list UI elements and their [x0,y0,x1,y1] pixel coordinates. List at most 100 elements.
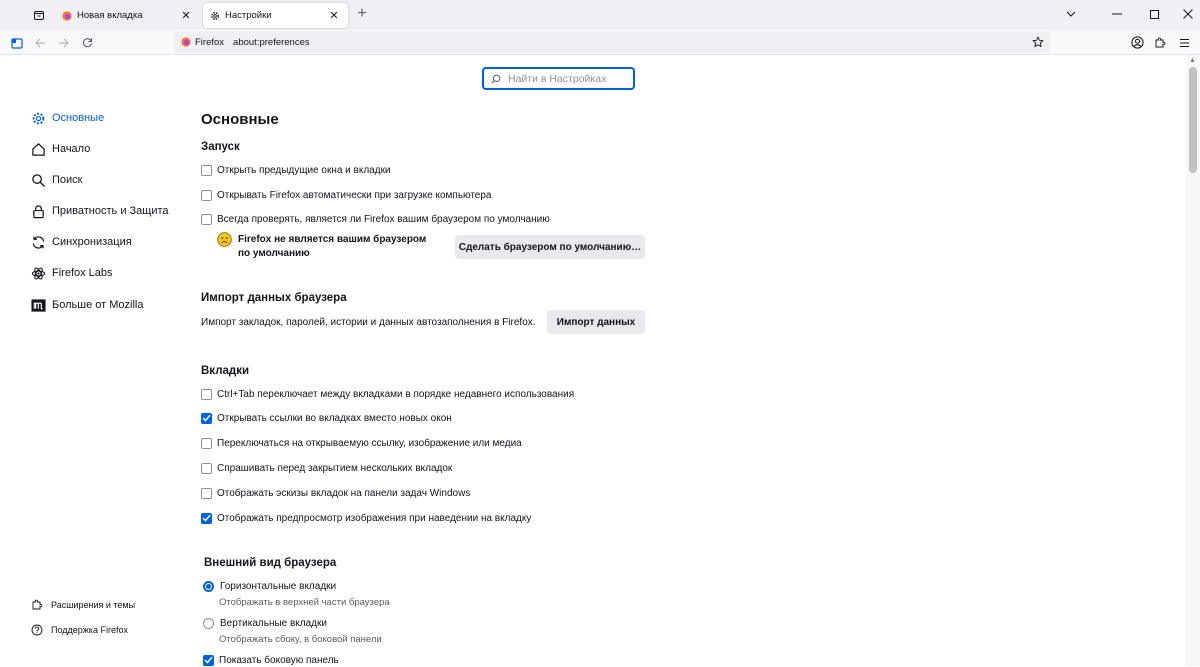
footer-link-label: Поддержка Firefox [51,625,128,635]
switch-to-new-tab-option[interactable]: Переключаться на открываемую ссылку, изо… [201,436,522,450]
tab-settings[interactable]: Настройки ✕ [203,3,348,28]
category-firefox-labs[interactable]: Firefox Labs [30,262,113,284]
hover-preview-option[interactable]: Отображать предпросмотр изображения при … [201,511,531,525]
startup-heading: Запуск [201,141,240,153]
close-icon [1183,9,1193,19]
category-label: Поиск [52,174,83,186]
minimize-button[interactable] [1107,5,1127,23]
open-links-in-tabs-option[interactable]: Открывать ссылки во вкладках вместо новы… [201,411,452,425]
checkbox[interactable] [203,654,214,666]
general-pane: Основные Запуск Открыть предыдущие окна … [201,55,661,666]
vertical-tabs-description: Отображать сбоку, в боковой панели [219,634,382,645]
chevron-down-icon [1066,11,1076,17]
category-search[interactable]: Поиск [30,169,82,191]
checkbox[interactable] [201,213,212,225]
close-tab-icon[interactable]: ✕ [179,9,193,23]
firefox-icon [181,37,191,47]
page-scrollbar[interactable]: ▲ [1186,55,1200,666]
bookmark-star-button[interactable] [1030,34,1046,50]
addons-and-themes-link[interactable]: Расширения и темы [31,597,135,613]
maximize-icon [1149,9,1159,19]
category-privacy[interactable]: Приватность и Защита [30,200,169,222]
tabs-heading: Вкладки [201,365,250,377]
import-description: Импорт закладок, паролей, истории и данн… [201,317,536,328]
page-title: Основные [201,111,279,128]
hamburger-icon [1179,38,1189,47]
horizontal-tabs-option[interactable]: Горизонтальные вкладки [203,579,336,593]
tab-list-icon [34,11,44,20]
lock-icon [30,203,46,219]
appearance-heading: Внешний вид браузера [204,557,337,569]
checkmark-icon [202,414,211,422]
identity-box[interactable]: Firefox [174,34,231,50]
account-button[interactable] [1128,34,1146,51]
show-sidebar-option[interactable]: Показать боковую панель [203,653,339,667]
option-label: Переключаться на открываемую ссылку, изо… [217,437,522,449]
category-label: Приватность и Защита [52,205,169,217]
firefox-support-link[interactable]: Поддержка Firefox [31,622,128,638]
account-icon [1130,36,1144,49]
menu-button[interactable] [1175,34,1193,51]
not-default-warning: Firefox не является вашим браузером по у… [217,232,437,261]
category-more-from-mozilla[interactable]: Больше от Mozilla [30,294,143,316]
option-label: Открывать ссылки во вкладках вместо новы… [217,412,452,424]
puzzle-icon [31,599,44,612]
checkbox[interactable] [201,388,212,400]
category-sync[interactable]: Синхронизация [30,231,132,253]
tab-title: Настройки [225,10,272,21]
vertical-tabs-option[interactable]: Вертикальные вкладки [203,616,327,630]
autostart-option[interactable]: Открывать Firefox автоматически при загр… [201,188,492,202]
checkmark-icon [202,514,211,522]
arrow-left-icon [34,38,45,47]
minimize-icon [1112,13,1122,15]
close-window-button[interactable] [1178,5,1198,23]
radio-button[interactable] [203,617,214,629]
help-icon [31,624,44,637]
tab-list-button[interactable] [28,4,50,26]
atom-icon [30,265,46,281]
checkbox[interactable] [201,412,212,424]
scroll-up-arrow-icon[interactable]: ▲ [1189,57,1196,64]
checkbox[interactable] [201,462,212,474]
category-home[interactable]: Начало [30,138,90,160]
category-label: Firefox Labs [52,267,113,279]
category-general[interactable]: Основные [30,107,104,129]
puzzle-icon [1155,37,1166,47]
firefox-icon [62,10,72,21]
ctrl-tab-option[interactable]: Ctrl+Tab переключает между вкладками в п… [201,387,574,401]
preferences-page: Основные Начало Поиск Приватность и Защи… [0,55,1200,666]
checkbox[interactable] [201,437,212,449]
checkbox[interactable] [201,487,212,499]
checkbox[interactable] [201,512,212,524]
scrollbar-thumb[interactable] [1189,67,1197,173]
sidebar-toggle-button[interactable] [8,34,26,51]
taskbar-previews-option[interactable]: Отображать эскизы вкладок на панели зада… [201,486,470,500]
url-bar[interactable]: Firefox about:preferences [174,31,1050,53]
reload-button[interactable] [78,34,96,51]
warn-close-tabs-option[interactable]: Спрашивать перед закрытием нескольких вк… [201,461,452,475]
extensions-button[interactable] [1151,34,1169,51]
home-icon [30,141,46,157]
restore-session-option[interactable]: Открыть предыдущие окна и вкладки [201,163,391,177]
maximize-button[interactable] [1144,5,1164,23]
import-data-button[interactable]: Импорт данных [547,310,645,334]
tab-title: Новая вкладка [77,10,143,21]
forward-button[interactable] [54,34,72,51]
category-label: Больше от Mozilla [52,299,144,311]
tab-overflow-button[interactable] [1061,5,1081,23]
check-default-option[interactable]: Всегда проверять, является ли Firefox ва… [201,212,550,226]
gear-icon [30,110,46,126]
option-label: Отображать эскизы вкладок на панели зада… [217,487,471,499]
back-button[interactable] [31,34,49,51]
radio-button[interactable] [203,580,214,592]
checkbox[interactable] [201,164,212,176]
url-text[interactable]: about:preferences [233,37,310,48]
checkmark-icon [204,656,213,664]
new-tab-button[interactable]: + [353,5,371,23]
close-tab-icon[interactable]: ✕ [327,9,341,23]
sad-face-icon [217,232,232,247]
category-label: Начало [52,143,91,155]
checkbox[interactable] [201,189,212,201]
tab-new-tab[interactable]: Новая вкладка ✕ [55,3,200,28]
make-default-button[interactable]: Сделать браузером по умолчанию… [455,235,645,259]
